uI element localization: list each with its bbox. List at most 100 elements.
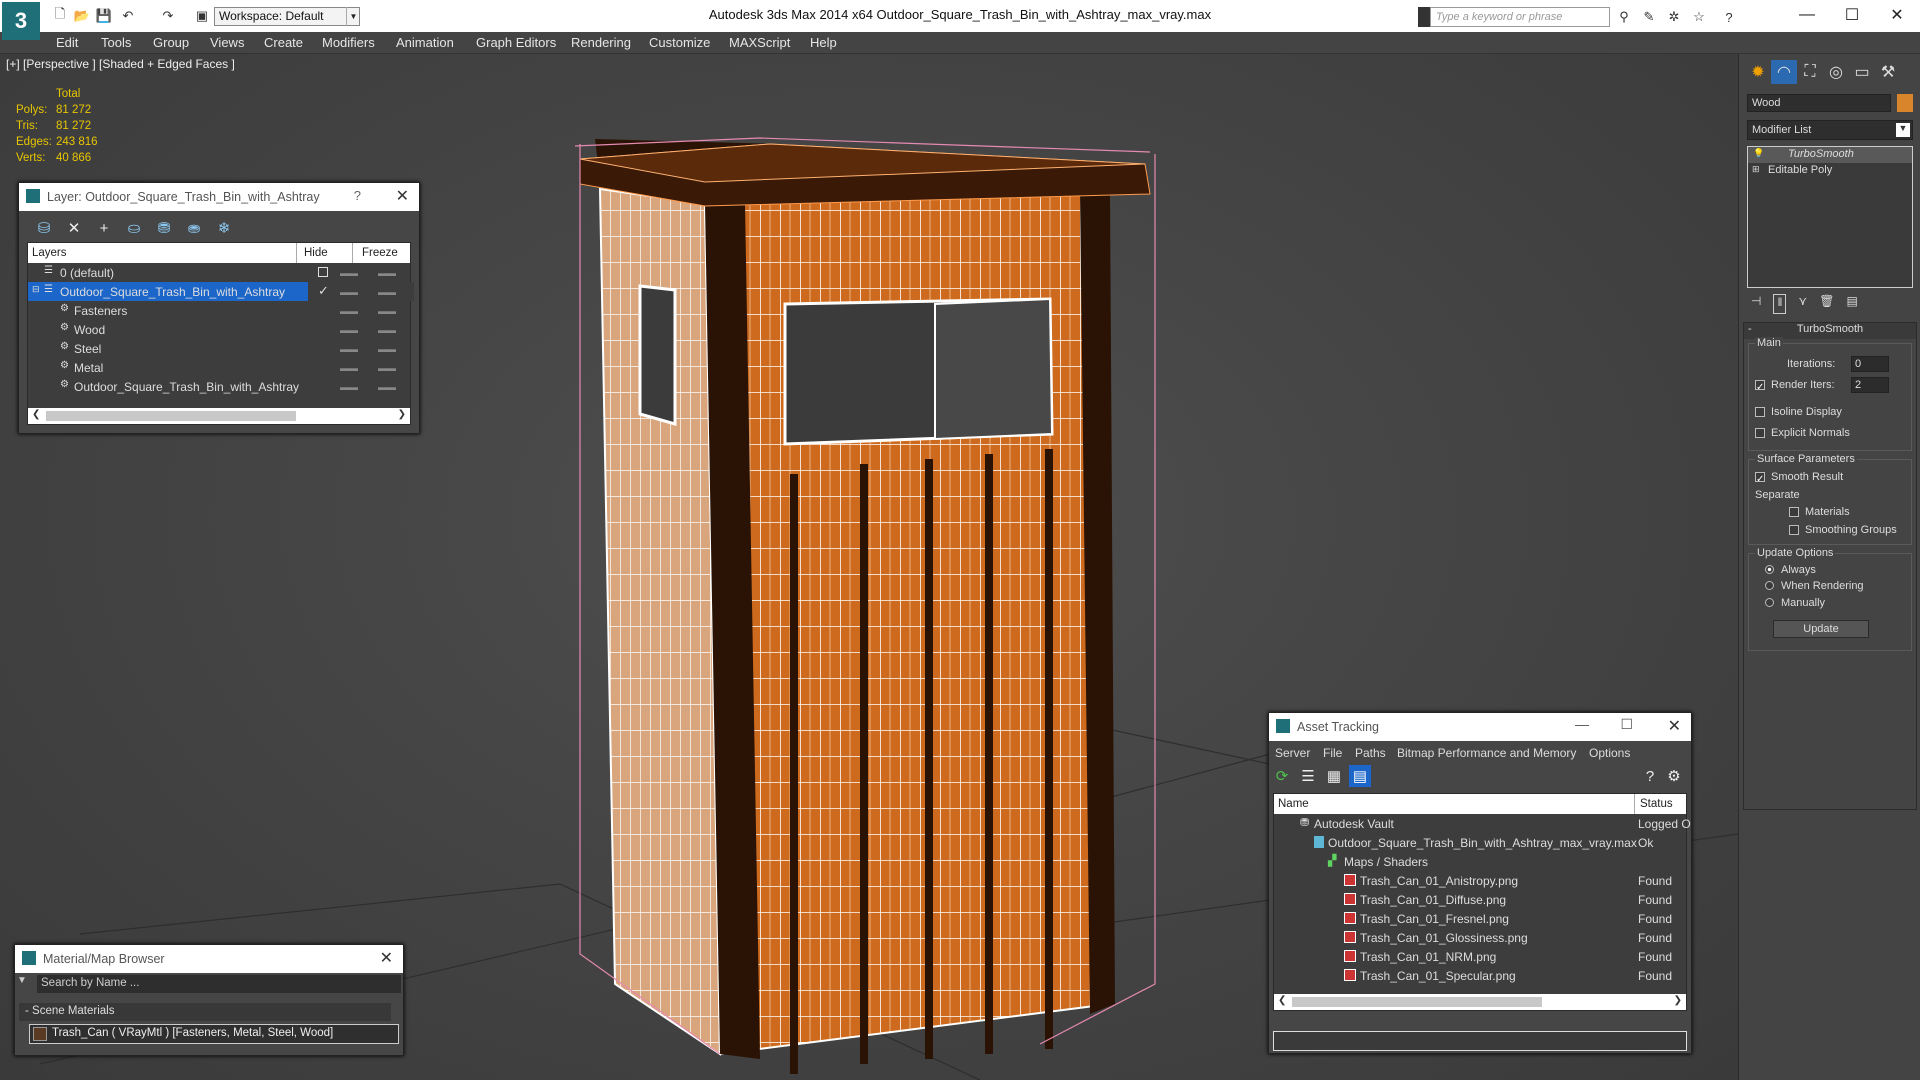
iterations-spinner[interactable]: 0 [1851,356,1889,372]
settings-icon[interactable]: ⚙ [1663,765,1685,787]
minimize-button[interactable]: — [1784,0,1830,30]
layer-row[interactable]: ⚙ Steel ▬▬ ▬▬ [28,339,410,358]
make-unique-icon[interactable]: ⋎ [1798,294,1807,314]
hierarchy-tab-icon[interactable]: ⛶ [1797,60,1823,84]
thumbnail-view-icon[interactable]: ▦ [1323,765,1345,787]
smooth-result-checkbox[interactable] [1755,472,1765,482]
create-tab-icon[interactable]: ✹ [1745,60,1771,84]
menu-edit[interactable]: Edit [56,35,78,50]
configure-sets-icon[interactable]: ▤ [1846,294,1857,314]
menu-create[interactable]: Create [264,35,303,50]
menu-graph-editors[interactable]: Graph Editors [476,35,556,50]
menu-views[interactable]: Views [210,35,244,50]
chevron-down-icon[interactable]: ▼ [1896,123,1910,137]
asset-tracking-titlebar[interactable]: Asset Tracking — ☐ ✕ [1269,713,1691,741]
remove-modifier-icon[interactable]: 🗑 [1819,294,1834,314]
refresh-icon[interactable]: ⟳ [1271,765,1293,787]
manually-radio[interactable] [1765,598,1774,607]
layer-row-selected[interactable]: ⊟ ☰ Outdoor_Square_Trash_Bin_with_Ashtra… [28,282,414,301]
search-expander[interactable] [1418,7,1430,27]
menu-animation[interactable]: Animation [396,35,454,50]
object-name-field[interactable]: Wood [1747,94,1891,112]
material-item[interactable]: Trash_Can ( VRayMtl ) [Fasteners, Metal,… [29,1024,399,1044]
close-window-button[interactable]: ✕ [1874,0,1920,30]
asset-row[interactable]: Trash_Can_01_Fresnel.png Found [1274,909,1686,928]
help-icon[interactable]: ? [1639,765,1661,787]
close-icon[interactable]: ✕ [396,186,409,206]
active-layer-check-icon[interactable]: ✓ [318,283,329,299]
menu-rendering[interactable]: Rendering [571,35,631,50]
binoculars-icon[interactable]: ⚲ [1615,9,1633,25]
highlight-layer-icon[interactable]: ⛃ [153,217,175,239]
trash-bin-model[interactable] [574,137,1156,1074]
freeze-column-header[interactable]: Freeze [362,247,398,259]
hide-all-icon[interactable]: ⛂ [183,217,205,239]
menu-modifiers[interactable]: Modifiers [322,35,375,50]
keyword-search-input[interactable]: Type a keyword or phrase [1430,7,1610,27]
asset-menu-file[interactable]: File [1323,746,1342,760]
favorites-star-icon[interactable]: ☆ [1690,9,1708,25]
delete-layer-icon[interactable]: ✕ [63,217,85,239]
minimize-icon[interactable]: — [1575,716,1589,732]
subscription-icon[interactable]: ✲ [1665,9,1683,25]
communication-center-icon[interactable]: ✎ [1640,9,1658,25]
motion-tab-icon[interactable]: ◎ [1823,60,1849,84]
hide-column-header[interactable]: Hide [304,247,328,259]
maximize-icon[interactable]: ☐ [1620,716,1633,733]
expand-icon[interactable]: ⊞ [1752,164,1760,175]
menu-group[interactable]: Group [153,35,189,50]
asset-menu-server[interactable]: Server [1275,746,1310,760]
asset-path-field[interactable] [1273,1031,1687,1051]
help-icon[interactable]: ? [354,188,361,203]
asset-row[interactable]: ▞ Maps / Shaders [1274,852,1686,871]
modifier-list-dropdown[interactable]: Modifier List ▼ [1747,120,1913,140]
layer-window-titlebar[interactable]: Layer: Outdoor_Square_Trash_Bin_with_Ash… [19,183,419,211]
asset-row[interactable]: Trash_Can_01_NRM.png Found [1274,947,1686,966]
maximize-button[interactable]: ☐ [1829,0,1875,30]
material-search-input[interactable]: Search by Name ... [37,975,401,993]
menu-customize[interactable]: Customize [649,35,710,50]
explicit-normals-checkbox[interactable] [1755,428,1765,438]
stack-item-editable-poly[interactable]: ⊞ Editable Poly [1748,163,1912,179]
app-logo-icon[interactable]: 3 [2,2,40,40]
layer-row[interactable]: ⚙ Outdoor_Square_Trash_Bin_with_Ashtray … [28,377,410,396]
asset-menu-paths[interactable]: Paths [1355,746,1386,760]
close-icon[interactable]: ✕ [380,948,393,968]
update-button[interactable]: Update [1773,620,1869,638]
modify-tab-icon[interactable]: ◠ [1771,60,1797,84]
asset-menu-bitmap-performance[interactable]: Bitmap Performance and Memory [1397,746,1576,760]
always-radio[interactable] [1765,565,1774,574]
asset-row[interactable]: Trash_Can_01_Diffuse.png Found [1274,890,1686,909]
menu-maxscript[interactable]: MAXScript [729,35,790,50]
material-browser-titlebar[interactable]: Material/Map Browser ✕ [15,945,403,973]
when-rendering-radio[interactable] [1765,581,1774,590]
display-tab-icon[interactable]: ▭ [1849,60,1875,84]
asset-row[interactable]: Trash_Can_01_Glossiness.png Found [1274,928,1686,947]
name-column-header[interactable]: Name [1278,798,1309,810]
freeze-all-icon[interactable]: ❄ [213,217,235,239]
table-view-icon[interactable]: ▤ [1349,765,1371,787]
render-iters-spinner[interactable]: 2 [1851,377,1889,393]
pin-stack-icon[interactable]: ⊣ [1751,294,1761,314]
list-view-icon[interactable]: ☰ [1297,765,1319,787]
current-layer-toggle[interactable] [318,267,328,277]
layer-row[interactable]: ⚙ Wood ▬▬ ▬▬ [28,320,410,339]
asset-menu-options[interactable]: Options [1589,746,1630,760]
browser-options-icon[interactable]: ▼ [17,975,35,993]
create-layer-icon[interactable]: ⛁ [33,217,55,239]
smoothing-groups-checkbox[interactable] [1789,525,1799,535]
scene-materials-section[interactable]: - Scene Materials [19,1003,391,1021]
close-icon[interactable]: ✕ [1668,716,1681,736]
layers-column-header[interactable]: Layers [32,247,67,259]
layer-row[interactable]: ⚙ Metal ▬▬ ▬▬ [28,358,410,377]
select-objects-icon[interactable]: ⛀ [123,217,145,239]
materials-checkbox[interactable] [1789,507,1799,517]
asset-row[interactable]: Trash_Can_01_Specular.png Found [1274,966,1686,985]
help-icon[interactable]: ? [1720,9,1738,25]
stack-item-turbosmooth[interactable]: 💡 TurboSmooth [1748,147,1912,163]
collapse-icon[interactable]: ⊟ [32,284,40,295]
isoline-display-checkbox[interactable] [1755,407,1765,417]
asset-row[interactable]: Outdoor_Square_Trash_Bin_with_Ashtray_ma… [1274,833,1686,852]
lightbulb-icon[interactable]: 💡 [1753,148,1764,159]
menu-help[interactable]: Help [810,35,837,50]
